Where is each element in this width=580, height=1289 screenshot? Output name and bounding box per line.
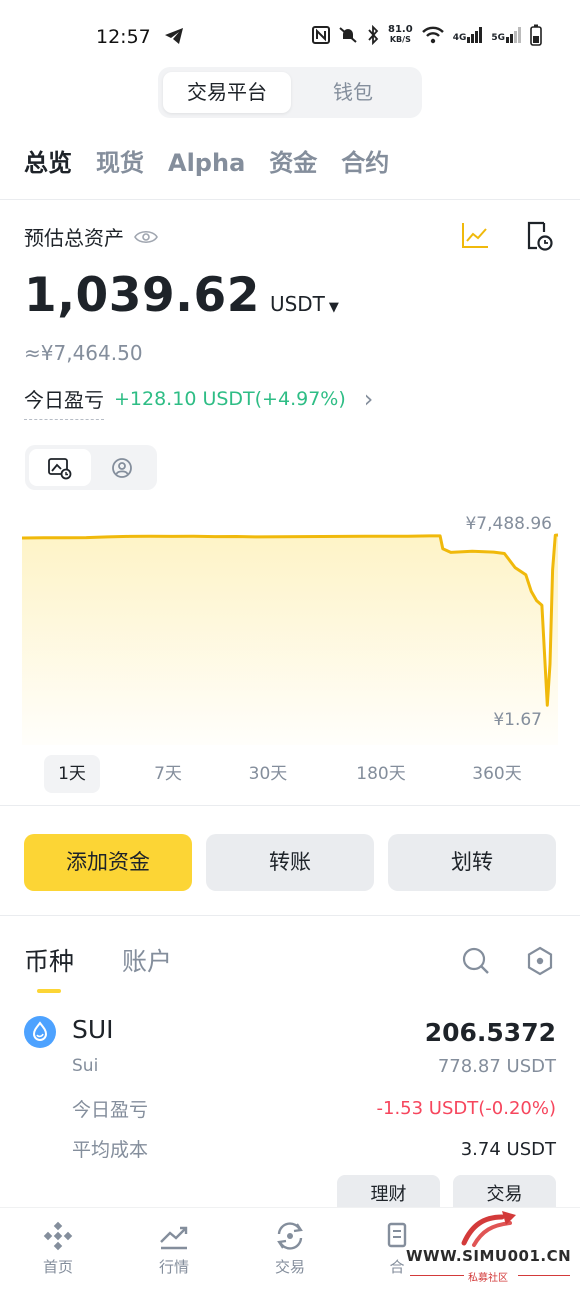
range-1d[interactable]: 1天 [44,755,100,793]
battery-icon [530,24,542,46]
tab-alpha[interactable]: Alpha [168,146,245,180]
internal-transfer-button[interactable]: 划转 [388,834,556,891]
nav-home[interactable]: 首页 [18,1220,98,1277]
market-chart-icon [160,1226,188,1250]
total-asset-number: 1,039.62 [24,268,260,323]
pie-chart-toggle[interactable] [91,449,153,486]
nav-market-label: 行情 [158,1258,189,1276]
asset-cny-value: ≈¥7,464.50 [24,341,143,365]
binance-logo-icon [43,1221,73,1251]
chart-type-toggle [25,445,157,490]
coin-name: Sui [72,1056,99,1076]
sui-coin-icon [24,1016,56,1048]
watermark-text: WWW.SIMU001.CN [406,1247,572,1265]
today-pnl-row[interactable]: 今日盈亏 +128.10 USDT(+4.97%) › [24,384,373,420]
tab-funding[interactable]: 资金 [269,146,317,180]
coin-symbol[interactable]: SUI [72,1015,114,1044]
mute-icon [339,27,357,43]
nav-trade[interactable]: 交易 [250,1220,330,1277]
platform-switch: 交易平台 钱包 [158,67,422,118]
wifi-icon [421,26,444,44]
status-bar: 12:57 81.0 KB/S 4G 5G [0,0,580,68]
today-pnl-label: 今日盈亏 [24,384,104,420]
tab-futures[interactable]: 合约 [341,146,389,180]
estimated-assets-label: 预估总资产 [24,222,158,251]
range-30d[interactable]: 30天 [238,755,298,793]
avg-cost-value: 3.74 USDT [460,1139,556,1160]
chart-area-fill [22,535,558,745]
watermark-logo-icon [461,1211,516,1247]
pnl-chart-icon[interactable] [460,220,490,254]
nav-market[interactable]: 行情 [134,1220,214,1277]
watermark-rule-right [518,1275,570,1276]
signal-4g-icon: 4G [453,27,484,43]
tab-accounts[interactable]: 账户 [122,944,172,980]
nav-trade-label: 交易 [274,1258,305,1276]
line-chart-toggle[interactable] [29,449,91,486]
coin-pnl-label: 今日盈亏 [72,1099,149,1121]
divider [0,805,580,806]
nfc-icon [312,26,330,44]
active-tab-indicator [37,989,61,993]
settings-hex-icon[interactable] [526,946,554,980]
search-icon[interactable] [461,946,491,980]
main-tabs: 总览 现货 Alpha 资金 合约 [24,146,389,180]
status-time: 12:57 [96,26,151,48]
estimated-assets-text: 预估总资产 [24,226,124,250]
asset-unit-selector[interactable]: USDT ▼ [270,292,339,316]
coin-pnl-value: -1.53 USDT(-0.20%) [376,1098,556,1119]
range-360d[interactable]: 360天 [464,755,530,793]
range-tabs: 1天 7天 30天 180天 360天 [0,755,580,795]
divider [0,915,580,916]
transfer-button[interactable]: 转账 [206,834,374,891]
tab-overview[interactable]: 总览 [24,146,72,180]
history-icon[interactable] [524,220,554,256]
telegram-icon [164,27,184,49]
caret-down-icon: ▼ [328,300,339,315]
total-asset-value: 1,039.62 USDT ▼ [24,268,339,323]
divider [0,199,580,200]
eye-icon[interactable] [134,229,158,245]
range-180d[interactable]: 180天 [348,755,414,793]
network-speed: 81.0 KB/S [388,24,413,45]
asset-chart: ¥7,488.96 ¥1.67 [21,505,562,745]
signal-5g-icon: 5G [491,27,522,43]
asset-line-chart [21,533,559,745]
bluetooth-icon [368,25,379,45]
range-7d[interactable]: 7天 [140,755,196,793]
today-pnl-value: +128.10 USDT(+4.97%) [114,388,346,410]
coin-usdt-value: 778.87 USDT [437,1056,556,1077]
image-chart-icon [48,457,72,479]
trade-swap-icon [277,1222,303,1250]
site-watermark: WWW.SIMU001.CN 私募社区 [404,1207,576,1289]
asset-unit-text: USDT [269,292,325,316]
add-funds-button[interactable]: 添加资金 [24,834,192,891]
chevron-right-icon: › [363,385,374,413]
chart-max-label: ¥7,488.96 [465,514,552,534]
watermark-subtitle: 私募社区 [468,1273,508,1284]
status-icons: 81.0 KB/S 4G 5G [312,24,542,46]
avg-cost-label: 平均成本 [72,1139,149,1161]
asset-list-tabs: 币种 账户 [24,944,172,980]
tab-spot[interactable]: 现货 [96,146,144,180]
tab-coins[interactable]: 币种 [24,944,74,980]
pie-chart-icon [112,457,132,478]
chart-min-label: ¥1.67 [493,710,542,730]
nav-home-label: 首页 [42,1258,73,1276]
watermark-rule-left [410,1275,464,1276]
segment-exchange[interactable]: 交易平台 [163,72,291,113]
coin-amount: 206.5372 [424,1018,556,1047]
segment-wallet[interactable]: 钱包 [289,72,417,113]
